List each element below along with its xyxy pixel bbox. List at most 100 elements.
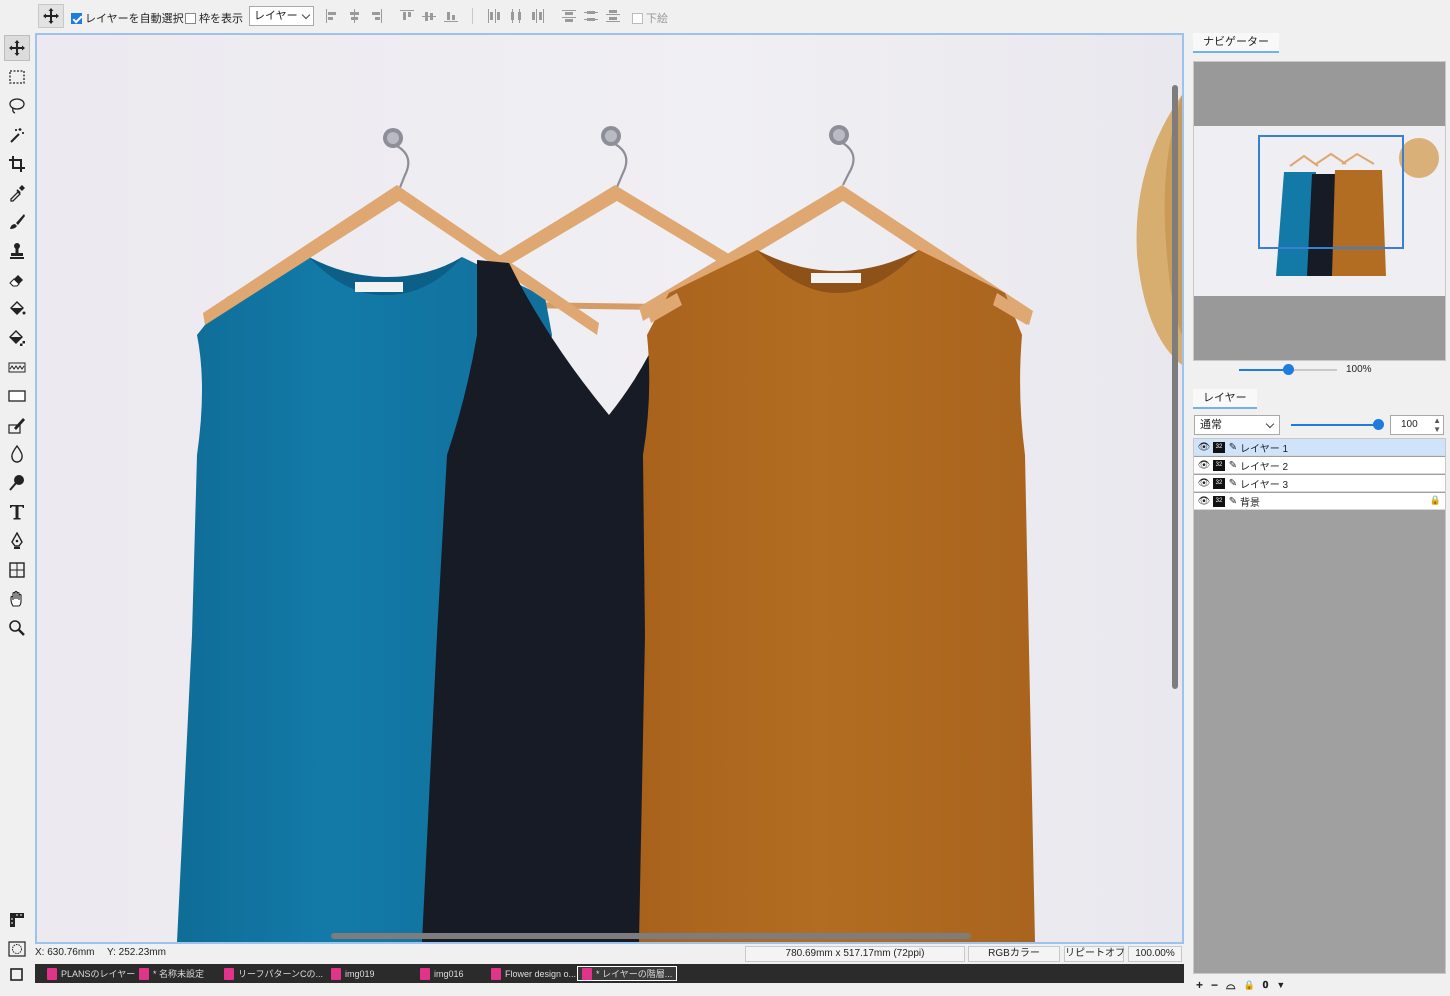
move-tool-option-icon[interactable] <box>38 4 64 28</box>
quick-mask-tool[interactable] <box>4 936 30 962</box>
distribute-right-icon[interactable] <box>531 9 545 23</box>
layer-row[interactable]: 👁 32 ✎ 背景 🔒 <box>1194 493 1445 510</box>
doc-tab-active[interactable]: * レイヤーの階層... <box>577 966 678 981</box>
lock-icon[interactable]: 🔒 <box>1430 495 1441 506</box>
pattern-bucket-icon <box>9 330 25 346</box>
doc-tab[interactable]: PLANSのレイヤー <box>43 966 139 981</box>
layer-row[interactable]: 👁 32 ✎ レイヤー 3 <box>1194 475 1445 492</box>
transform-tool[interactable] <box>4 557 30 583</box>
navigator-preview[interactable] <box>1193 61 1446 361</box>
doc-tab[interactable]: img016 <box>416 966 468 981</box>
show-bounds-checkbox[interactable]: 枠を表示 <box>185 10 243 26</box>
doc-tab[interactable]: リーフパターンCの... <box>220 966 327 981</box>
text-tool[interactable] <box>4 499 30 525</box>
magnifier-icon <box>9 620 25 636</box>
layer-actions: + − ⌓ 🔒 𝟎 ▼ <box>1196 977 1285 993</box>
drop-icon <box>11 445 23 463</box>
navigator-viewport-rect[interactable] <box>1258 135 1404 249</box>
delete-layer-icon[interactable]: − <box>1211 978 1218 992</box>
checkbox-checked-icon <box>71 12 82 24</box>
retouch-tool[interactable] <box>4 412 30 438</box>
align-top-icon[interactable] <box>400 9 414 23</box>
screen-mode-icon <box>10 968 23 981</box>
eraser-tool[interactable] <box>4 267 30 293</box>
layer-row[interactable]: 👁 32 ✎ レイヤー 2 <box>1194 457 1445 474</box>
sample-checkbox[interactable]: 下絵 <box>632 10 668 26</box>
stamp-tool[interactable] <box>4 238 30 264</box>
eye-icon[interactable]: 👁 <box>1197 496 1211 507</box>
ruler-icon <box>10 913 24 927</box>
add-layer-icon[interactable]: + <box>1196 978 1203 992</box>
pen-tool[interactable] <box>4 528 30 554</box>
fill-tool[interactable] <box>4 296 30 322</box>
link-icon[interactable]: 𝟎 <box>1263 980 1269 991</box>
document-icon <box>331 967 341 980</box>
gradient-icon <box>8 362 26 373</box>
doc-tab[interactable]: img019 <box>327 966 379 981</box>
move-icon <box>9 40 25 56</box>
rect-select-tool[interactable] <box>4 64 30 90</box>
eye-icon[interactable]: 👁 <box>1197 442 1211 453</box>
auto-select-checkbox[interactable]: レイヤーを自動選択 <box>71 10 184 26</box>
select-target-dropdown[interactable]: レイヤー <box>249 6 314 26</box>
distribute-bottom-icon[interactable] <box>606 9 620 23</box>
magic-wand-tool[interactable] <box>4 122 30 148</box>
spin-arrows-icon[interactable]: ▲ ▼ <box>1433 416 1441 434</box>
distribute-hcenter-icon[interactable] <box>509 9 523 23</box>
doc-tab[interactable]: Flower design o... <box>487 966 580 981</box>
document-icon <box>224 967 234 980</box>
mask-icon[interactable]: ⌓ <box>1226 978 1236 993</box>
screen-mode-tool[interactable] <box>4 961 30 987</box>
sample-label: 下絵 <box>646 13 668 25</box>
eyedropper-tool[interactable] <box>4 180 30 206</box>
smudge-tool[interactable] <box>4 470 30 496</box>
shape-tool[interactable] <box>4 383 30 409</box>
document-size: 780.69mm x 517.17mm (72ppi) <box>745 946 965 962</box>
crop-tool[interactable] <box>4 151 30 177</box>
horizontal-scrollbar[interactable] <box>331 933 971 939</box>
opacity-knob[interactable] <box>1373 419 1384 430</box>
align-hcenter-icon[interactable] <box>347 9 361 23</box>
menu-down-icon[interactable]: ▼ <box>1276 980 1285 990</box>
tab-layers[interactable]: レイヤー <box>1193 389 1257 409</box>
lock-layer-icon[interactable]: 🔒 <box>1244 980 1255 991</box>
document-canvas[interactable] <box>35 33 1184 944</box>
blend-mode-dropdown[interactable]: 通常 <box>1194 415 1280 435</box>
align-left-icon[interactable] <box>325 9 339 23</box>
align-vcenter-icon[interactable] <box>422 9 436 23</box>
navigator-zoom-knob[interactable] <box>1283 364 1294 375</box>
align-right-icon[interactable] <box>369 9 383 23</box>
doc-tab[interactable]: * 名称未設定 <box>135 966 208 981</box>
distribute-vcenter-icon[interactable] <box>584 9 598 23</box>
distribute-left-icon[interactable] <box>487 9 501 23</box>
zoom-tool[interactable] <box>4 615 30 641</box>
tab-navigator[interactable]: ナビゲーター <box>1193 33 1279 53</box>
eye-icon[interactable]: 👁 <box>1197 478 1211 489</box>
bit-depth-badge: 32 <box>1213 477 1225 489</box>
move-tool[interactable] <box>4 35 30 61</box>
brush-tool[interactable] <box>4 209 30 235</box>
stamp-icon <box>10 243 24 259</box>
opacity-input[interactable]: 100 ▲ ▼ <box>1390 415 1444 435</box>
lasso-tool[interactable] <box>4 93 30 119</box>
repeat-toggle[interactable]: リピートオフ <box>1064 946 1125 962</box>
layer-row[interactable]: 👁 32 ✎ レイヤー 1 <box>1194 439 1445 456</box>
ruler-tool[interactable] <box>4 907 30 933</box>
blur-tool[interactable] <box>4 441 30 467</box>
chevron-down-icon <box>1265 419 1275 429</box>
bucket-icon <box>10 301 26 315</box>
document-icon <box>47 967 57 980</box>
magic-wand-icon <box>10 128 24 143</box>
align-bottom-icon[interactable] <box>444 9 458 23</box>
layer-name: レイヤー 1 <box>1240 443 1289 455</box>
hand-tool[interactable] <box>4 586 30 612</box>
zoom-level[interactable]: 100.00% <box>1128 946 1182 962</box>
gradient-tool[interactable] <box>4 354 30 380</box>
vertical-scrollbar[interactable] <box>1172 85 1178 689</box>
eye-icon[interactable]: 👁 <box>1197 460 1211 471</box>
show-bounds-label: 枠を表示 <box>199 13 243 25</box>
pencil-icon: ✎ <box>1228 477 1238 489</box>
layer-name: 背景 <box>1240 497 1260 509</box>
pattern-fill-tool[interactable] <box>4 325 30 351</box>
distribute-top-icon[interactable] <box>562 9 576 23</box>
